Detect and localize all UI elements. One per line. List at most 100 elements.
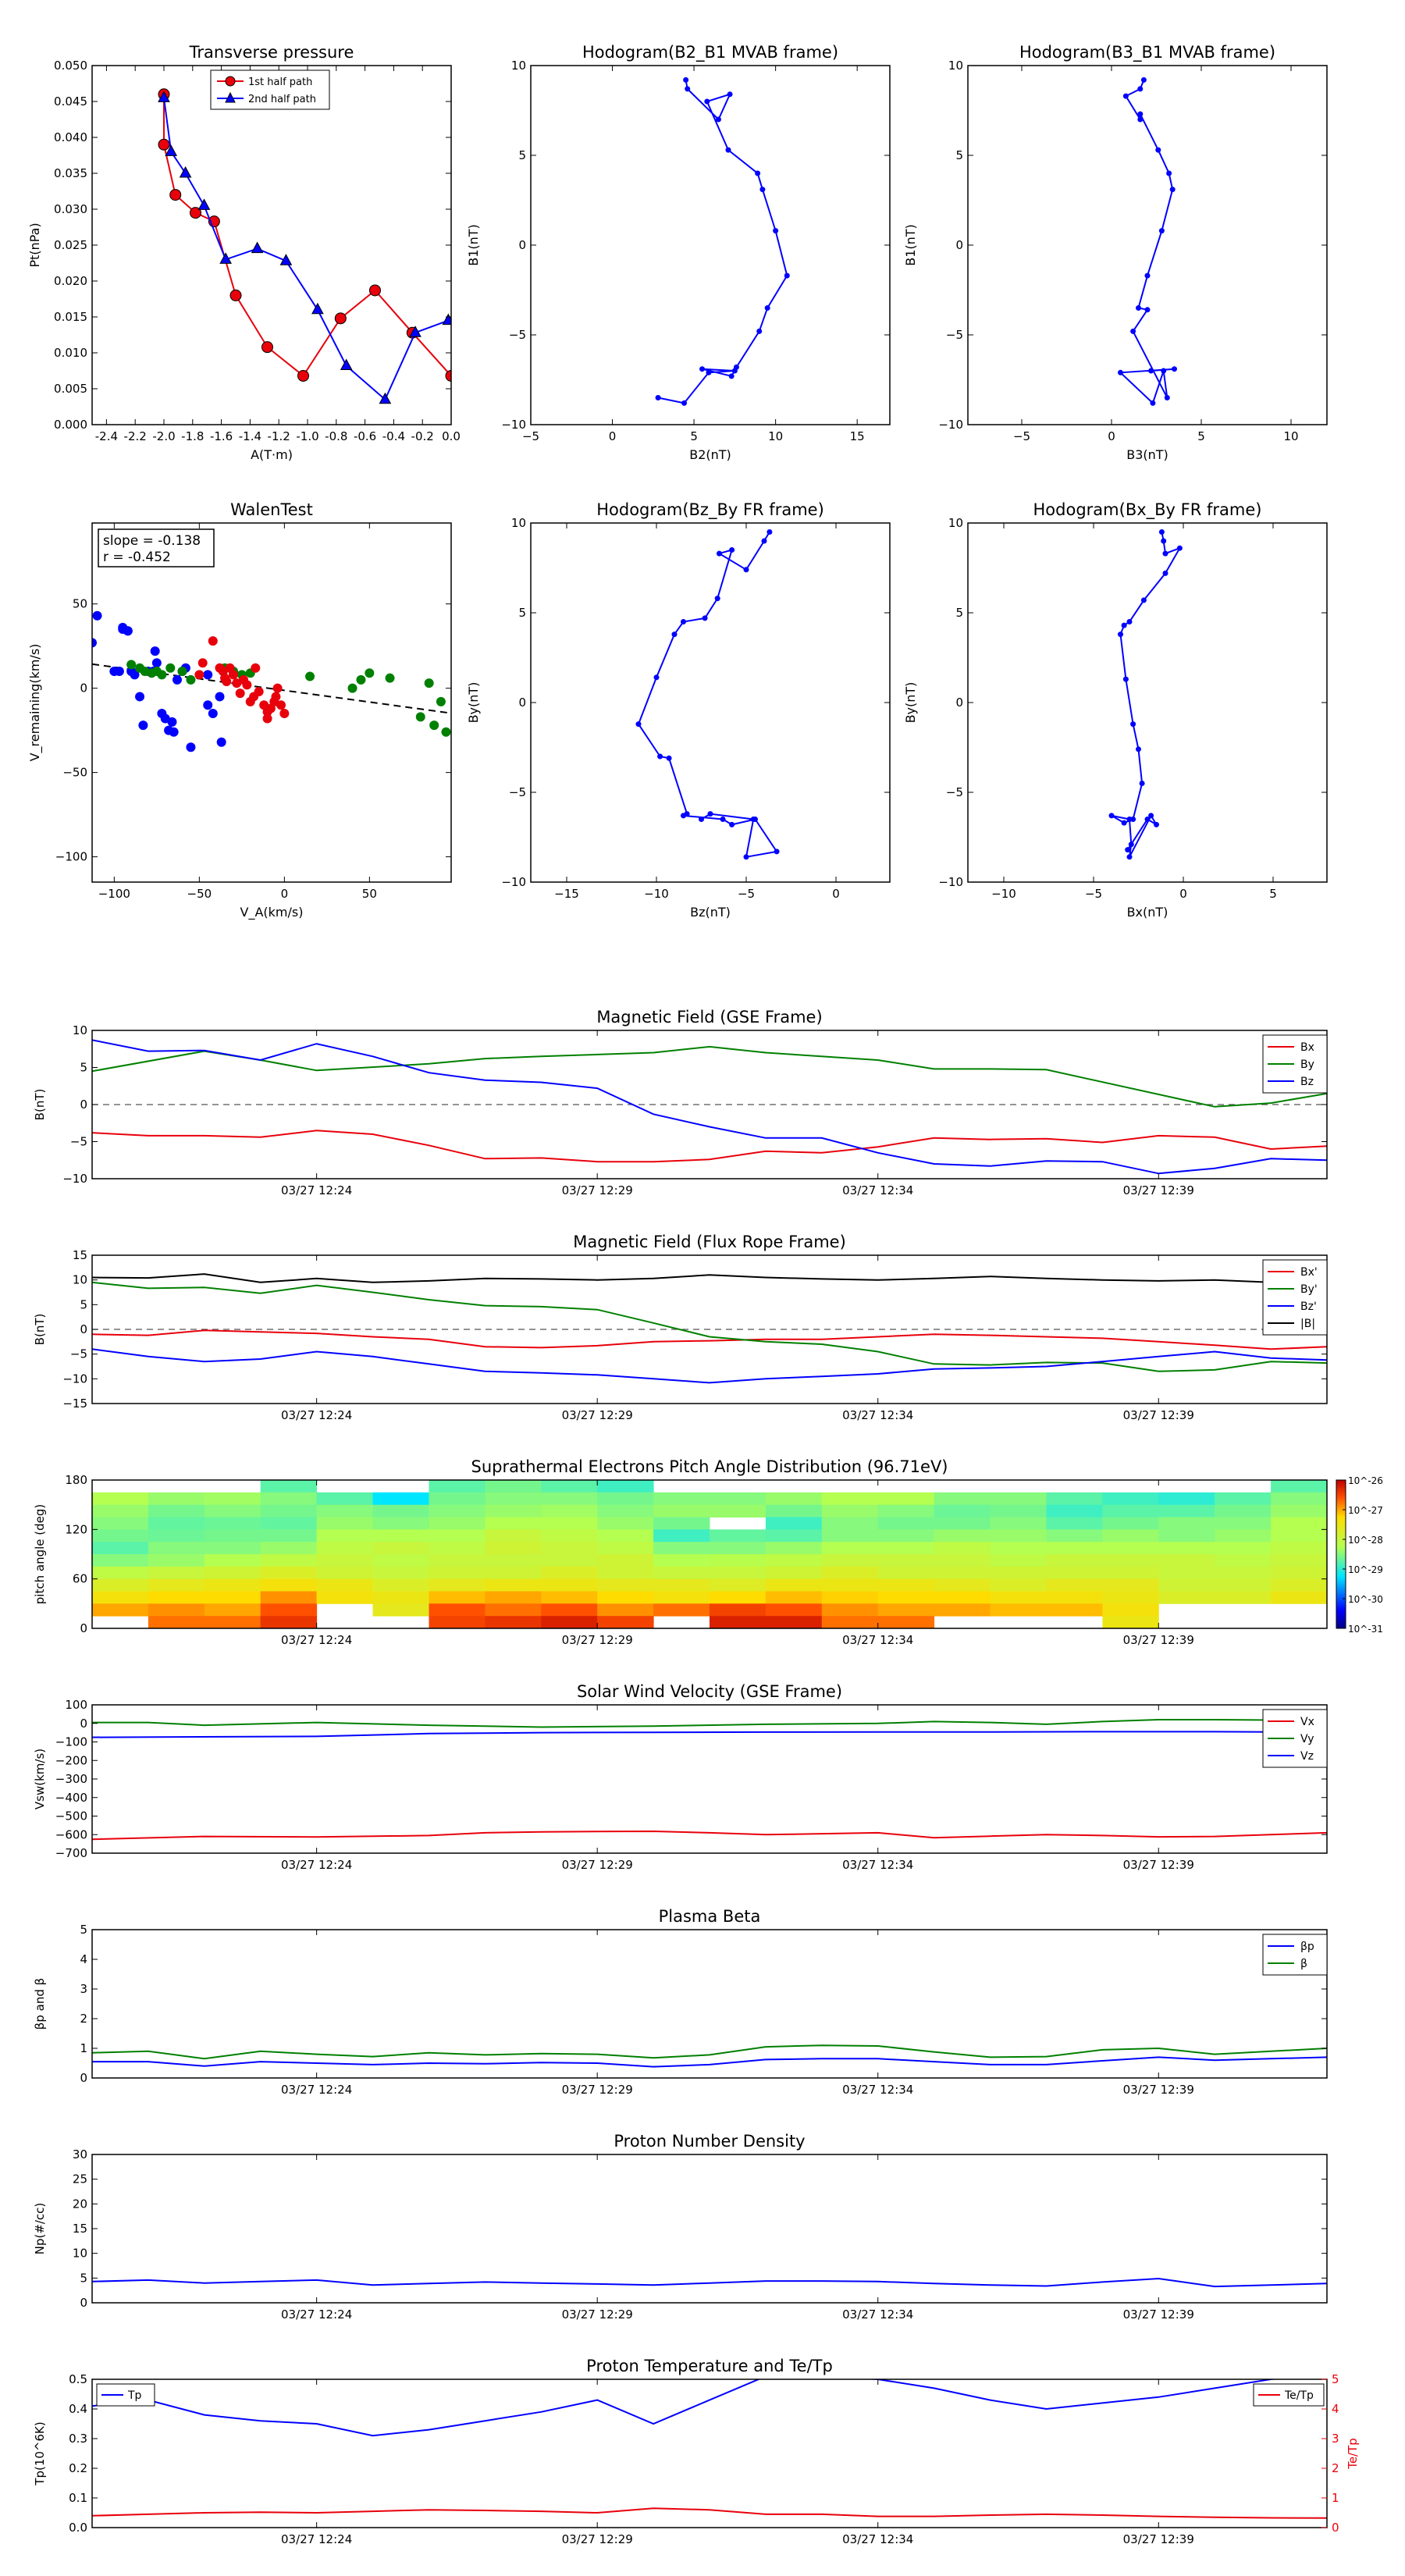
- heatmap-cell: [1215, 1554, 1272, 1567]
- scatter-point: [92, 610, 102, 621]
- pitch_angle-panel: 03/27 12:24 03/27 12:29 03/27 12:34 03/27 1…: [33, 1457, 1383, 1647]
- data-point: [334, 312, 347, 325]
- data-point: [368, 284, 381, 297]
- scatter-point: [216, 737, 226, 747]
- time-tick-label: 03/27 12:39: [1123, 1183, 1194, 1197]
- time-tick-label: 03/27 12:24: [281, 2307, 352, 2322]
- y-tick-label: 0.4: [69, 2402, 87, 2416]
- heatmap-cell: [92, 1517, 149, 1530]
- x-tick-label: −5: [1085, 887, 1102, 901]
- series-line-Bz: [92, 1039, 1327, 1175]
- y-tick-label: 30: [73, 2147, 87, 2161]
- data-point: [635, 721, 642, 728]
- heatmap-cell: [1102, 1517, 1159, 1530]
- data-point: [1122, 676, 1129, 682]
- heatmap-cell: [1046, 1517, 1103, 1530]
- heatmap-cell: [1158, 1578, 1215, 1592]
- legend-label: Vx: [1300, 1716, 1314, 1728]
- heatmap-cell: [1046, 1554, 1103, 1567]
- heatmap-cell: [710, 1603, 767, 1617]
- scatter-point: [126, 660, 137, 670]
- heatmap-cell: [990, 1591, 1047, 1604]
- heatmap-cell: [204, 1566, 261, 1580]
- plot-frame: [967, 522, 1328, 883]
- data-point: [1144, 272, 1151, 279]
- y-axis-label: B(nT): [33, 1314, 47, 1346]
- y-tick-label: −5: [70, 1135, 87, 1149]
- legend: 1st half path 2nd half path: [210, 69, 330, 110]
- heatmap-cell: [541, 1517, 598, 1530]
- hodogram-line: [1111, 532, 1182, 858]
- heatmap-cell: [204, 1616, 261, 1629]
- series-line-Bx: [92, 1130, 1327, 1163]
- heatmap-cell: [148, 1492, 205, 1506]
- y-tick-label: 5: [955, 148, 963, 162]
- slope-annotation: slope = -0.138: [103, 533, 201, 549]
- x-tick-label: 0: [1179, 887, 1187, 901]
- data-point: [715, 116, 721, 123]
- y-tick-label: −15: [62, 1397, 87, 1411]
- y-tick-label: 5: [80, 1923, 87, 1937]
- y-tick-label: 20: [73, 2197, 87, 2211]
- proton_density-panel: 03/27 12:24 03/27 12:29 03/27 12:34 03/27 1…: [33, 2132, 1328, 2322]
- y-tick-label: 0.2: [69, 2461, 87, 2475]
- scatter-point: [222, 677, 232, 687]
- series-line-β: [92, 2044, 1327, 2060]
- y-axis-label: By(nT): [466, 682, 481, 724]
- plasma_beta-data: [92, 2044, 1327, 2068]
- x-axis-label: B3(nT): [1126, 447, 1168, 462]
- time-tick-label: 03/27 12:29: [562, 2532, 633, 2546]
- y-tick-label: 10: [511, 59, 526, 73]
- transverse_pressure-data: [158, 88, 451, 404]
- data-point: [1164, 395, 1170, 400]
- heatmap-cell: [541, 1566, 598, 1580]
- heatmap-cell: [821, 1504, 879, 1517]
- plot-frame: [91, 2379, 1328, 2528]
- data-point: [1148, 368, 1154, 374]
- x-tick-label: 0.0: [442, 429, 461, 443]
- y-tick-label: 5: [80, 1061, 87, 1075]
- heatmap-cell: [877, 1578, 935, 1592]
- legend-label: Tp: [127, 2389, 142, 2402]
- heatmap-cell: [1102, 1554, 1159, 1567]
- heatmap-cell: [653, 1529, 710, 1542]
- x-tick-label: −50: [187, 887, 212, 901]
- time-tick-label: 03/27 12:29: [562, 1408, 633, 1422]
- heatmap-cell: [372, 1492, 429, 1506]
- series-line-Te/Tp: [92, 2507, 1327, 2519]
- heatmap-cell: [1158, 1542, 1215, 1555]
- heatmap-cell: [877, 1542, 935, 1555]
- data-point: [158, 138, 170, 151]
- scatter-point: [272, 683, 283, 693]
- heatmap-cell: [597, 1542, 654, 1555]
- heatmap-cell: [429, 1616, 486, 1629]
- y-tick-label: −700: [55, 1846, 87, 1860]
- series-line-Vy: [92, 1719, 1327, 1728]
- heatmap-cell: [1158, 1591, 1215, 1604]
- y-axis-label: βp and β: [33, 1978, 47, 2030]
- heatmap-cell: [429, 1480, 486, 1493]
- data-point: [725, 147, 731, 153]
- data-point: [714, 596, 720, 602]
- chart-title: Magnetic Field (GSE Frame): [596, 1008, 822, 1026]
- heatmap-cell: [990, 1517, 1047, 1530]
- y2-tick-label: 0: [1332, 2521, 1339, 2535]
- heatmap-cell: [1046, 1578, 1103, 1592]
- heatmap-cell: [92, 1504, 149, 1517]
- data-point: [1136, 305, 1141, 311]
- y-tick-label: −5: [509, 785, 526, 799]
- data-point: [743, 567, 749, 573]
- y-axis-label: By(nT): [903, 682, 918, 724]
- y-tick-label: 60: [73, 1572, 87, 1586]
- y-tick-label: 0.1: [69, 2491, 87, 2505]
- y-tick-label: 0.030: [54, 202, 87, 216]
- solar_wind-data: [92, 1719, 1327, 1841]
- data-point: [1126, 854, 1133, 860]
- y2-tick-label: 1: [1332, 2491, 1339, 2505]
- heatmap-cell: [990, 1603, 1047, 1617]
- time-tick-label: 03/27 12:34: [842, 2083, 913, 2097]
- scatter-point: [356, 674, 366, 685]
- hodogram_b3_b1-panel: −5 0 5 10 −10 −5 0 5 10 Hodogram(B3_B1 MVAB frame…: [903, 43, 1328, 462]
- data-point: [197, 198, 211, 210]
- legend-right: Te/Tp: [1253, 2383, 1325, 2407]
